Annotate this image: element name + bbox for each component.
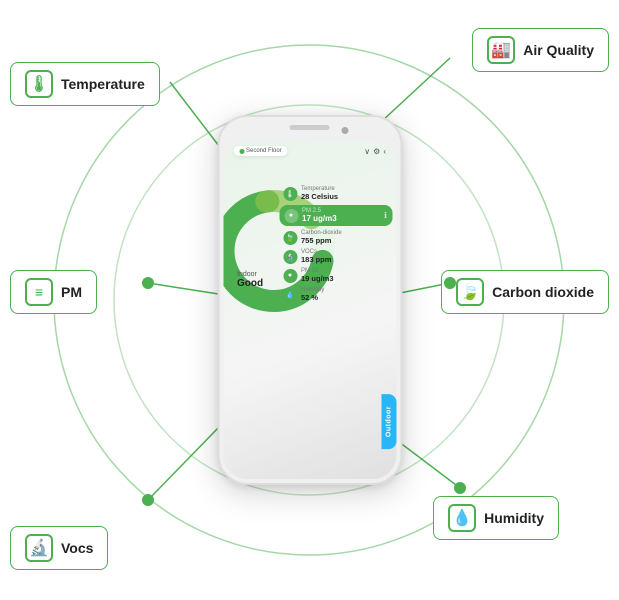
temperature-box-icon: 🌡 <box>25 70 53 98</box>
pm-box-label: PM <box>61 284 82 300</box>
label-temperature[interactable]: 🌡 Temperature <box>10 62 160 106</box>
outdoor-button[interactable]: Outdoor <box>381 394 396 449</box>
phone-camera <box>341 127 348 134</box>
vocs-box-label: Vocs <box>61 540 93 556</box>
location-text: Second Floor <box>246 148 282 154</box>
carbon-dioxide-box-label: Carbon dioxide <box>492 284 594 300</box>
humidity-box-icon: 💧 <box>448 504 476 532</box>
pm25-value: 17 ug/m3 <box>302 214 337 223</box>
dot-pm <box>142 277 154 289</box>
indoor-value: Good <box>237 278 263 289</box>
co2-icon: 🍃 <box>283 231 297 245</box>
carbon-dioxide-box-icon: 🍃 <box>456 278 484 306</box>
label-carbon-dioxide[interactable]: 🍃 Carbon dioxide <box>441 270 609 314</box>
data-list: 🌡 Temperature 28 Celsius ● PM 2.5 17 ug/… <box>283 186 392 302</box>
status-icons: ∨ ⚙ ‹ <box>364 147 386 156</box>
data-item-humidity: 💧 Humidity 52 % <box>283 287 392 302</box>
pm25-info-icon: ℹ <box>384 211 387 220</box>
humidity-box-label: Humidity <box>484 510 544 526</box>
pm-box-icon: ≡ <box>25 278 53 306</box>
data-item-pm10: ● PM 10 19 ug/m3 <box>283 268 392 283</box>
temperature-text: Temperature 28 Celsius <box>301 186 338 201</box>
pm10-value: 19 ug/m3 <box>301 274 334 283</box>
data-item-temperature: 🌡 Temperature 28 Celsius <box>283 186 392 201</box>
back-icon[interactable]: ‹ <box>383 147 386 156</box>
vocs-text: VOCs 183 ppm <box>301 249 331 264</box>
status-bar: Second Floor ∨ ⚙ ‹ <box>223 141 396 159</box>
vocs-value: 183 ppm <box>301 255 331 264</box>
indoor-label: Indoor Good <box>237 271 263 289</box>
label-humidity[interactable]: 💧 Humidity <box>433 496 559 540</box>
air-quality-box-icon: 🏭 <box>487 36 515 64</box>
pm10-icon: ● <box>283 269 297 283</box>
dot-carbon-dioxide <box>444 277 456 289</box>
main-scene: Second Floor ∨ ⚙ ‹ Indoor Good <box>0 0 619 600</box>
chevron-icon: ∨ <box>364 147 370 156</box>
label-air-quality[interactable]: 🏭 Air Quality <box>472 28 609 72</box>
pm10-text: PM 10 19 ug/m3 <box>301 268 334 283</box>
data-item-co2: 🍃 Carbon-dioxide 755 ppm <box>283 230 392 245</box>
co2-value: 755 ppm <box>301 236 342 245</box>
settings-icon[interactable]: ⚙ <box>373 147 380 156</box>
co2-text: Carbon-dioxide 755 ppm <box>301 230 342 245</box>
dot-humidity <box>454 482 466 494</box>
indoor-text: Indoor <box>237 271 263 278</box>
phone-notch <box>290 125 330 130</box>
pm25-icon: ● <box>284 209 298 223</box>
vocs-icon: 🔬 <box>283 250 297 264</box>
pm25-text: PM 2.5 17 ug/m3 <box>302 208 337 223</box>
label-vocs[interactable]: 🔬 Vocs <box>10 526 108 570</box>
dot-vocs <box>142 494 154 506</box>
temperature-icon: 🌡 <box>283 187 297 201</box>
vocs-box-icon: 🔬 <box>25 534 53 562</box>
humidity-value: 52 % <box>301 293 324 302</box>
data-item-vocs: 🔬 VOCs 183 ppm <box>283 249 392 264</box>
temperature-value: 28 Celsius <box>301 192 338 201</box>
humidity-icon: 💧 <box>283 288 297 302</box>
temperature-box-label: Temperature <box>61 76 145 92</box>
humidity-text: Humidity 52 % <box>301 287 324 302</box>
location-pill[interactable]: Second Floor <box>233 146 288 156</box>
data-item-pm25: ● PM 2.5 17 ug/m3 ℹ <box>279 205 392 226</box>
phone: Second Floor ∨ ⚙ ‹ Indoor Good <box>217 115 402 485</box>
air-quality-box-label: Air Quality <box>523 42 594 58</box>
label-pm[interactable]: ≡ PM <box>10 270 97 314</box>
phone-screen: Second Floor ∨ ⚙ ‹ Indoor Good <box>223 141 396 479</box>
location-dot <box>239 149 244 154</box>
